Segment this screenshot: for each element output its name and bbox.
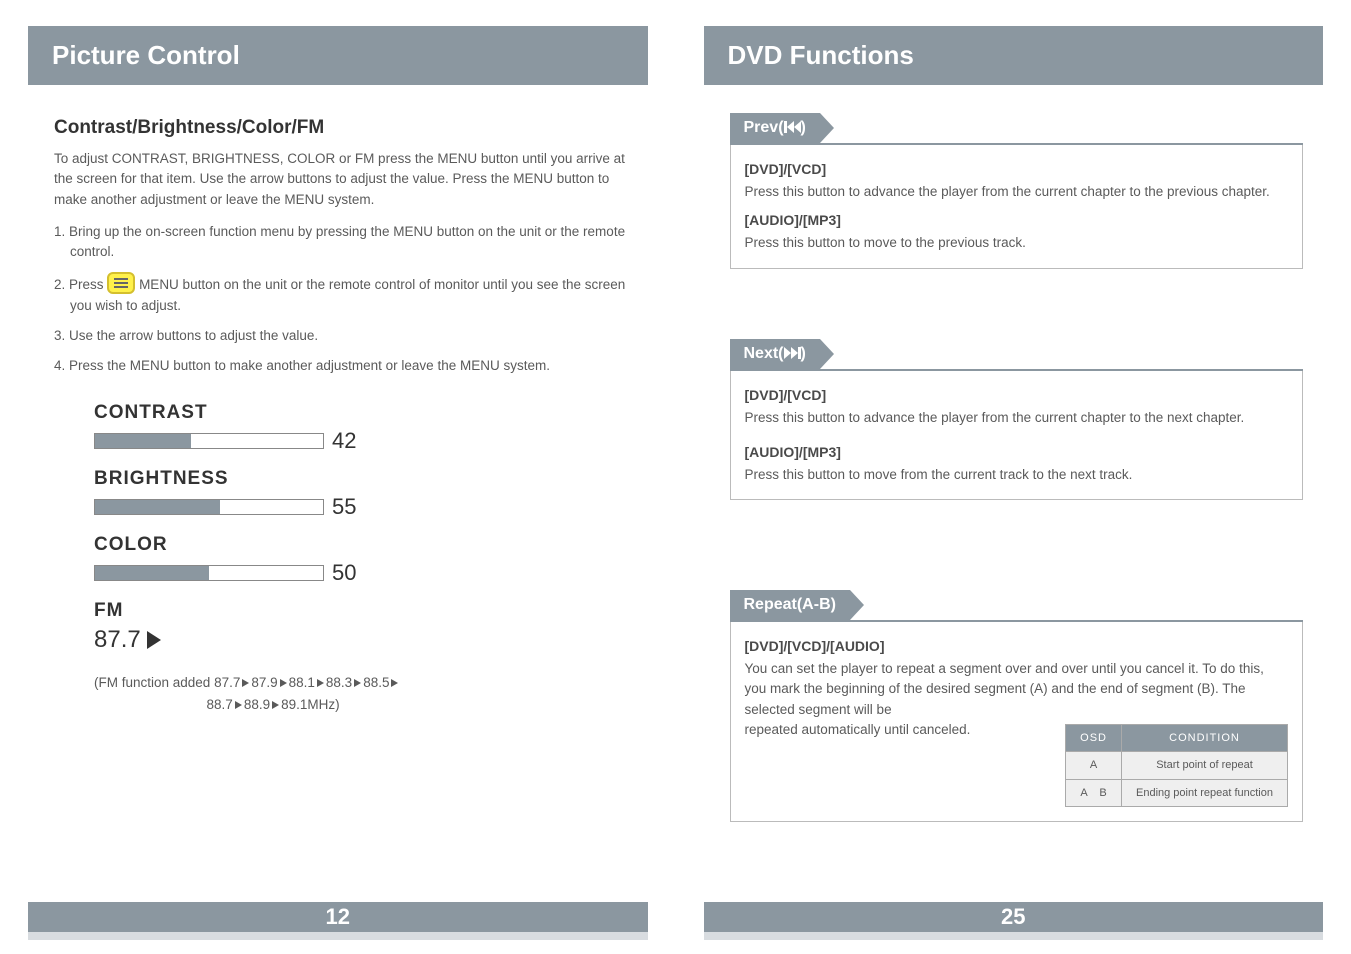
arrow-icon <box>242 679 249 687</box>
cell-cond: Ending point repeat function <box>1122 779 1288 807</box>
page-number-left: 12 <box>28 902 648 932</box>
tag-label: Next( <box>744 345 784 362</box>
next-dvd-t: Press this button to advance the player … <box>745 408 1289 428</box>
fm-v: 87.9 <box>251 675 277 690</box>
slider-track[interactable] <box>94 433 324 449</box>
slider-label: BRIGHTNESS <box>94 468 628 490</box>
step-2a: 2. Press <box>54 277 104 292</box>
section-body: [DVD]/[VCD] Press this button to advance… <box>730 371 1304 501</box>
next-dvd-h: [DVD]/[VCD] <box>745 385 1289 406</box>
slider-track[interactable] <box>94 499 324 515</box>
fm-v: 88.7 <box>207 697 233 712</box>
page-number-right: 25 <box>704 902 1324 932</box>
intro-text: To adjust CONTRAST, BRIGHTNESS, COLOR or… <box>54 149 628 210</box>
slider-color: COLOR 50 <box>94 534 628 586</box>
th-osd: OSD <box>1066 724 1122 752</box>
section-next: Next() [DVD]/[VCD] Press this button to … <box>730 339 1304 501</box>
arrow-icon <box>280 679 287 687</box>
table-row: A B Ending point repeat function <box>1066 779 1288 807</box>
next-aud-h: [AUDIO]/[MP3] <box>745 442 1289 463</box>
prev-aud-h: [AUDIO]/[MP3] <box>745 210 1289 231</box>
prev-aud-t: Press this button to move to the previou… <box>745 233 1289 253</box>
cell-osd: A B <box>1066 779 1122 807</box>
arrow-icon <box>235 701 242 709</box>
repeat-t: You can set the player to repeat a segme… <box>745 659 1289 720</box>
th-condition: CONDITION <box>1122 724 1288 752</box>
fm-note-a: (FM function added 87.7 <box>94 675 240 690</box>
title-band-right: DVD Functions <box>704 26 1324 85</box>
step-4: 4. Press the MENU button to make another… <box>54 356 628 376</box>
next-icon <box>784 347 801 359</box>
arrow-icon <box>272 701 279 709</box>
footer-shadow <box>704 932 1324 940</box>
slider-track[interactable] <box>94 565 324 581</box>
fm-v: 88.9 <box>244 697 270 712</box>
fm-v: 89.1MHz) <box>281 697 340 712</box>
prev-dvd-t: Press this button to advance the player … <box>745 182 1289 202</box>
section-prev: Prev() [DVD]/[VCD] Press this button to … <box>730 113 1304 269</box>
arrow-icon <box>317 679 324 687</box>
section-repeat: Repeat(A-B) [DVD]/[VCD]/[AUDIO] You can … <box>730 590 1304 822</box>
fm-v: 88.5 <box>363 675 389 690</box>
slider-label: FM <box>94 600 628 622</box>
tag-label: Prev( <box>744 119 784 136</box>
step-2: 2. Press MENU button on the unit or the … <box>54 272 628 316</box>
menu-icon <box>107 272 135 294</box>
step-3: 3. Use the arrow buttons to adjust the v… <box>54 326 628 346</box>
arrow-icon <box>354 679 361 687</box>
footer-shadow <box>28 932 648 940</box>
slider-label: CONTRAST <box>94 402 628 424</box>
slider-brightness: BRIGHTNESS 55 <box>94 468 628 520</box>
paren-close: ) <box>801 119 806 136</box>
tag-repeat: Repeat(A-B) <box>730 590 850 620</box>
slider-value: 42 <box>332 428 356 454</box>
fm-v: 88.3 <box>326 675 352 690</box>
section-body: [DVD]/[VCD]/[AUDIO] You can set the play… <box>730 622 1304 822</box>
next-aud-t: Press this button to move from the curre… <box>745 465 1289 485</box>
arrow-icon <box>391 679 398 687</box>
repeat-h: [DVD]/[VCD]/[AUDIO] <box>745 636 1289 657</box>
play-icon <box>147 631 161 649</box>
prev-icon <box>784 121 801 133</box>
slider-fm: FM 87.7 <box>94 600 628 654</box>
title-band-left: Picture Control <box>28 26 648 85</box>
prev-dvd-h: [DVD]/[VCD] <box>745 159 1289 180</box>
step-2b: MENU button on the unit or the remote co… <box>70 277 625 312</box>
slider-contrast: CONTRAST 42 <box>94 402 628 454</box>
table-row: A Start point of repeat <box>1066 752 1288 780</box>
slider-value: 50 <box>332 560 356 586</box>
subheading-contrast: Contrast/Brightness/Color/FM <box>54 117 628 139</box>
fm-value: 87.7 <box>94 626 141 654</box>
fm-v: 88.1 <box>289 675 315 690</box>
repeat-table: OSD CONDITION A Start point of repeat A … <box>1065 724 1288 808</box>
step-1: 1. Bring up the on-screen function menu … <box>54 222 628 263</box>
slider-value: 55 <box>332 494 356 520</box>
tag-next: Next() <box>730 339 820 369</box>
paren-close: ) <box>801 345 806 362</box>
cell-osd: A <box>1066 752 1122 780</box>
cell-cond: Start point of repeat <box>1122 752 1288 780</box>
slider-label: COLOR <box>94 534 628 556</box>
fm-note: (FM function added 87.787.988.188.388.5 … <box>94 672 628 715</box>
section-body: [DVD]/[VCD] Press this button to advance… <box>730 145 1304 269</box>
tag-prev: Prev() <box>730 113 820 143</box>
